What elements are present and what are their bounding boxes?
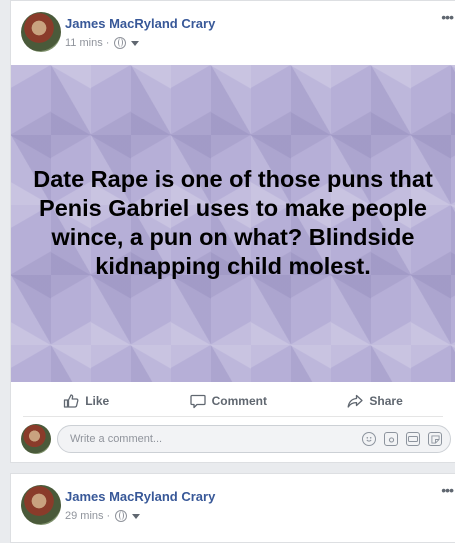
post-header: James MacRyland Crary 11 mins · ••• [11, 1, 455, 65]
comment-bubble-icon [189, 393, 206, 409]
emoji-icon[interactable] [362, 432, 376, 446]
meta-separator: · [105, 37, 110, 49]
post-header: James MacRyland Crary 29 mins · ••• [11, 474, 455, 538]
sticker-icon[interactable] [428, 432, 442, 446]
more-options-icon[interactable]: ••• [441, 10, 454, 24]
comment-composer [11, 421, 455, 459]
post-meta: 11 mins · [65, 37, 140, 49]
comment-label: Comment [211, 394, 267, 408]
post-meta: 29 mins · [65, 510, 141, 522]
comment-attachments [362, 432, 442, 446]
like-label: Like [85, 394, 110, 408]
chevron-down-icon[interactable] [132, 513, 141, 519]
avatar[interactable] [21, 485, 61, 525]
avatar[interactable] [21, 424, 51, 454]
thumbs-up-icon [63, 393, 79, 409]
globe-icon[interactable] [115, 510, 128, 522]
text-post-background: Date Rape is one of those puns that Peni… [11, 65, 455, 382]
share-button[interactable]: Share [347, 393, 403, 409]
chevron-down-icon[interactable] [131, 40, 140, 46]
post-card: James MacRyland Crary 11 mins · ••• Date… [10, 0, 455, 463]
avatar[interactable] [21, 12, 61, 52]
comment-button[interactable]: Comment [189, 393, 267, 409]
comment-input[interactable] [70, 433, 270, 445]
author-name[interactable]: James MacRyland Crary [65, 16, 215, 31]
post-text: Date Rape is one of those puns that Peni… [33, 165, 433, 279]
meta-separator: · [106, 510, 111, 522]
gif-icon[interactable] [406, 432, 420, 446]
share-label: Share [369, 394, 403, 408]
post-actions: Like Comment Share [23, 386, 443, 417]
more-options-icon[interactable]: ••• [441, 483, 454, 497]
author-name[interactable]: James MacRyland Crary [65, 489, 215, 504]
like-button[interactable]: Like [63, 393, 109, 409]
post-timestamp[interactable]: 29 mins [65, 510, 104, 522]
globe-icon[interactable] [114, 37, 127, 49]
camera-icon[interactable] [384, 432, 398, 446]
post-timestamp[interactable]: 11 mins [65, 37, 103, 49]
share-arrow-icon [347, 393, 364, 409]
comment-box[interactable] [57, 425, 451, 453]
